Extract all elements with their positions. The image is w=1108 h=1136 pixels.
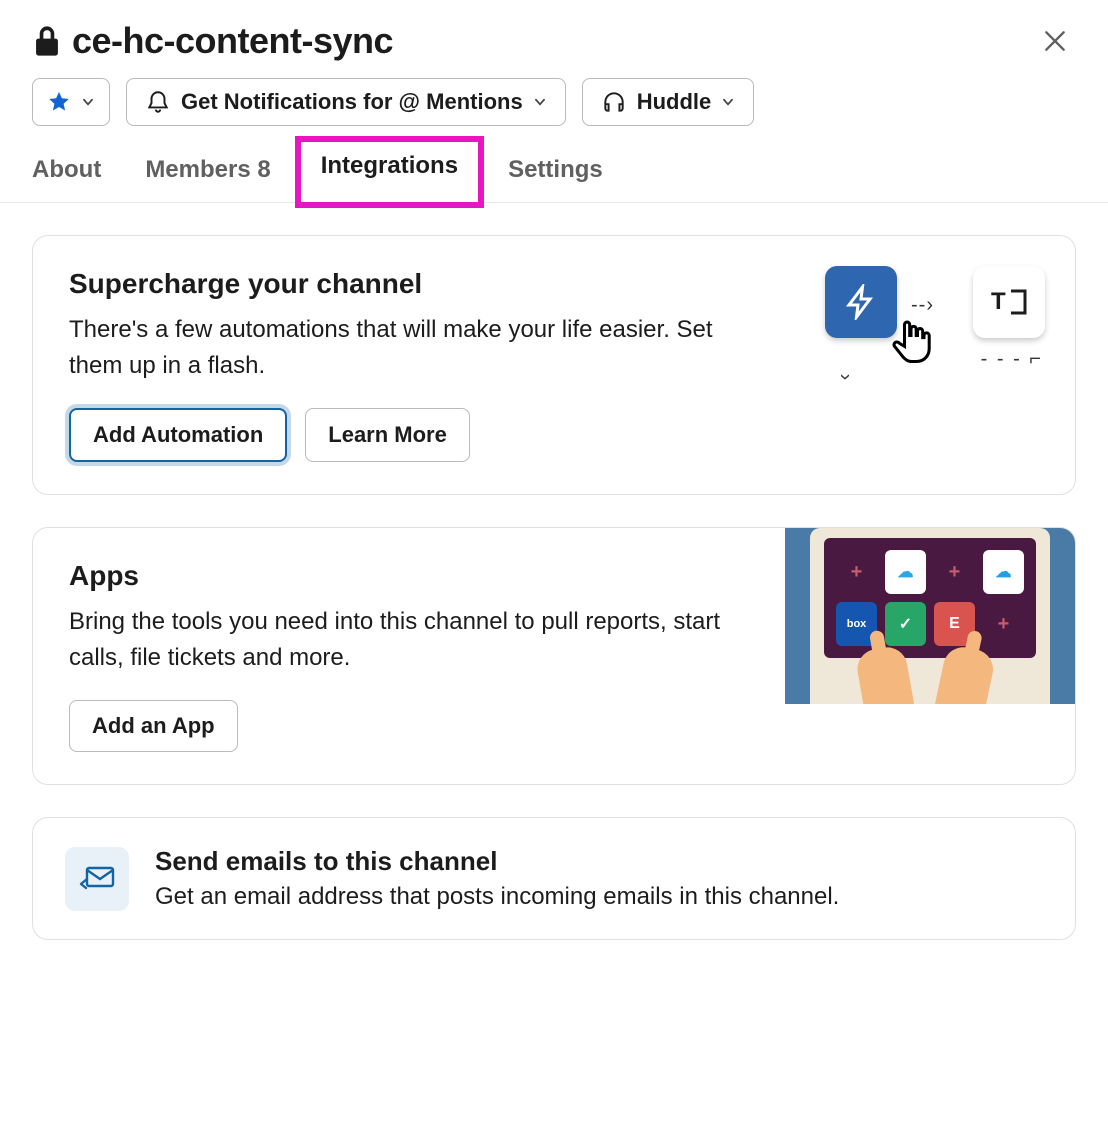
star-icon bbox=[47, 90, 71, 114]
text-tile-icon: T bbox=[973, 266, 1045, 338]
chevron-down-icon bbox=[533, 95, 547, 109]
app-slot-icon: + bbox=[983, 602, 1024, 646]
svg-text:T: T bbox=[991, 288, 1006, 315]
arrow-icon: --› bbox=[911, 294, 934, 317]
cursor-hand-icon bbox=[885, 316, 937, 368]
email-title: Send emails to this channel bbox=[155, 846, 839, 877]
tab-members-count: 8 bbox=[257, 156, 270, 183]
tab-integrations[interactable]: Integrations bbox=[321, 152, 458, 180]
huddle-label: Huddle bbox=[637, 89, 712, 115]
close-icon bbox=[1042, 28, 1068, 54]
headphones-icon bbox=[601, 89, 627, 115]
add-automation-button[interactable]: Add Automation bbox=[69, 408, 287, 462]
automation-desc: There's a few automations that will make… bbox=[69, 312, 749, 384]
app-slot-icon: + bbox=[836, 550, 877, 594]
automation-title: Supercharge your channel bbox=[69, 268, 749, 300]
tab-integrations-highlight: Integrations bbox=[295, 136, 484, 208]
apps-title: Apps bbox=[69, 560, 749, 592]
star-button[interactable] bbox=[32, 78, 110, 126]
email-desc: Get an email address that posts incoming… bbox=[155, 883, 839, 911]
automation-card: Supercharge your channel There's a few a… bbox=[32, 235, 1076, 495]
email-icon bbox=[65, 847, 129, 911]
learn-more-button[interactable]: Learn More bbox=[305, 408, 470, 462]
close-button[interactable] bbox=[1034, 20, 1076, 62]
lock-icon bbox=[32, 24, 62, 58]
tab-settings[interactable]: Settings bbox=[508, 142, 603, 202]
bell-icon bbox=[145, 89, 171, 115]
chevron-down-icon bbox=[721, 95, 735, 109]
apps-desc: Bring the tools you need into this chann… bbox=[69, 604, 749, 676]
apps-card: Apps Bring the tools you need into this … bbox=[32, 527, 1076, 785]
cloud-app-icon: ☁ bbox=[885, 550, 926, 594]
tab-members-label: Members bbox=[145, 156, 250, 183]
tab-about[interactable]: About bbox=[32, 142, 101, 202]
notifications-button[interactable]: Get Notifications for @ Mentions bbox=[126, 78, 566, 126]
app-slot-icon: + bbox=[934, 550, 975, 594]
channel-title: ce-hc-content-sync bbox=[72, 20, 393, 62]
add-app-button[interactable]: Add an App bbox=[69, 700, 238, 752]
arrow-down-icon: › bbox=[833, 374, 856, 382]
chevron-down-icon bbox=[81, 95, 95, 109]
notifications-label: Get Notifications for @ Mentions bbox=[181, 89, 523, 115]
tab-members[interactable]: Members 8 bbox=[145, 142, 270, 202]
email-card[interactable]: Send emails to this channel Get an email… bbox=[32, 817, 1076, 940]
check-app-icon: ✓ bbox=[885, 602, 926, 646]
salesforce-app-icon: ☁ bbox=[983, 550, 1024, 594]
apps-illustration: + ☁ + ☁ box ✓ E + bbox=[785, 528, 1075, 704]
huddle-button[interactable]: Huddle bbox=[582, 78, 755, 126]
dashed-arrow-icon: - - - ⌐ bbox=[981, 348, 1043, 371]
